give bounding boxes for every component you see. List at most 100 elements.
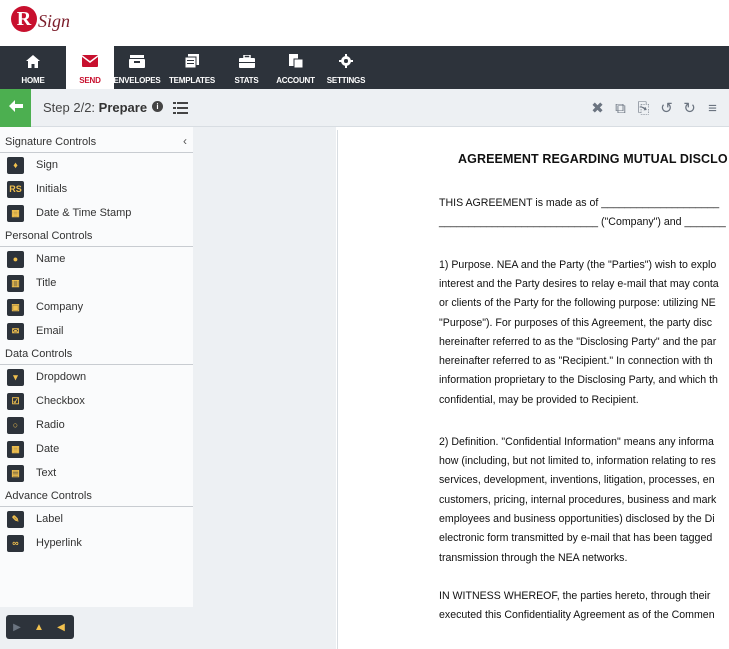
nav-label: STATS xyxy=(234,76,259,85)
home-icon xyxy=(25,53,41,69)
control-company[interactable]: ▣ Company xyxy=(0,296,193,318)
control-initials[interactable]: RS Initials xyxy=(0,178,193,200)
sidebar-footer: ▶ ▲ ◀ xyxy=(0,607,193,649)
templates-icon xyxy=(184,53,200,69)
nav-home[interactable]: HOME xyxy=(0,46,66,89)
control-text[interactable]: ▤ Text xyxy=(0,462,193,484)
document-line: interest and the Party desires to relay … xyxy=(439,278,719,290)
nav-label: TEMPLATES xyxy=(168,76,216,85)
control-label: Date & Time Stamp xyxy=(36,207,132,219)
document-line: ___________________________ ("Company") … xyxy=(439,216,726,228)
document-line: customers, pricing, internal procedures,… xyxy=(439,494,717,506)
step-prefix: Step 2/2: xyxy=(43,100,99,115)
control-checkbox[interactable]: ☑ Checkbox xyxy=(0,390,193,412)
control-label: Name xyxy=(36,253,66,265)
list-icon[interactable] xyxy=(173,101,188,119)
calendar-clock-icon: ▦ xyxy=(7,204,24,222)
nav-templates[interactable]: TEMPLATES xyxy=(160,46,224,89)
document-line: 1) Purpose. NEA and the Party (the "Part… xyxy=(439,259,717,271)
document-line: "Purpose"). For purposes of this Agreeme… xyxy=(439,317,713,329)
control-label: Initials xyxy=(36,183,68,195)
document-line: IN WITNESS WHEREOF, the parties hereto, … xyxy=(439,590,711,602)
nav-account[interactable]: ACCOUNT xyxy=(269,46,322,89)
nav-settings[interactable]: SETTINGS xyxy=(322,46,370,89)
data-controls-heading: Data Controls xyxy=(0,343,193,365)
controls-sidebar: Signature Controls ‹ ♦ Sign RS Initials … xyxy=(0,127,193,607)
control-radio[interactable]: ○ Radio xyxy=(0,414,193,436)
control-sign[interactable]: ♦ Sign xyxy=(0,154,193,176)
control-label: Label xyxy=(36,513,63,525)
control-label: Radio xyxy=(36,419,65,431)
rsign-logo[interactable]: R Sign xyxy=(11,6,70,32)
nav-label: HOME xyxy=(21,76,45,85)
back-button[interactable] xyxy=(0,89,31,127)
arrow-left-icon[interactable]: ◀ xyxy=(50,622,72,633)
document-line: hereinafter referred to as "Recipient." … xyxy=(439,355,713,367)
document-line: information proprietary to the Disclosin… xyxy=(439,374,718,386)
document-title: AGREEMENT REGARDING MUTUAL DISCLO xyxy=(458,152,728,166)
signature-controls-heading: Signature Controls xyxy=(0,131,193,153)
briefcase-icon xyxy=(238,53,255,69)
control-label-field[interactable]: ✎ Label xyxy=(0,508,193,530)
label-pen-icon: ✎ xyxy=(7,510,24,528)
nav-label: ACCOUNT xyxy=(276,76,315,85)
logo-mark: R xyxy=(11,6,37,32)
nav-label: SETTINGS xyxy=(326,76,366,85)
control-label: Date xyxy=(36,443,60,455)
control-label: Email xyxy=(36,325,64,337)
building-icon: ▣ xyxy=(7,298,24,316)
paste-icon[interactable]: ⎘ xyxy=(635,100,652,117)
inbox-icon xyxy=(129,53,145,69)
document-line: confidential, may be provided to Recipie… xyxy=(439,394,639,406)
document-line: or clients of the Party for the followin… xyxy=(439,297,716,309)
control-name[interactable]: ● Name xyxy=(0,248,193,270)
link-icon: ∞ xyxy=(7,534,24,552)
control-title[interactable]: ▥ Title xyxy=(0,272,193,294)
user-icon: ● xyxy=(7,250,24,268)
nav-stats[interactable]: STATS xyxy=(224,46,269,89)
id-card-icon: ▥ xyxy=(7,274,24,292)
menu-icon[interactable]: ≡ xyxy=(704,100,721,117)
gear-icon xyxy=(338,53,354,69)
nav-send[interactable]: SEND xyxy=(66,46,114,89)
info-icon[interactable]: i xyxy=(152,101,163,112)
header: R Sign xyxy=(0,0,729,46)
page-navigator: ▶ ▲ ◀ xyxy=(6,615,74,639)
control-date-time-stamp[interactable]: ▦ Date & Time Stamp xyxy=(0,202,193,224)
step-title: Prepare xyxy=(98,100,148,115)
caret-down-icon: ▾ xyxy=(7,368,24,386)
arrow-up-icon[interactable]: ▲ xyxy=(28,622,50,633)
control-label: Dropdown xyxy=(36,371,87,383)
nav-envelopes[interactable]: ENVELOPES xyxy=(113,46,161,89)
control-label: Text xyxy=(36,467,57,479)
document-line: hereinafter referred to as the "Disclosi… xyxy=(439,336,717,348)
document-page[interactable]: AGREEMENT REGARDING MUTUAL DISCLO THIS A… xyxy=(337,130,729,649)
control-label: Title xyxy=(36,277,57,289)
control-hyperlink[interactable]: ∞ Hyperlink xyxy=(0,532,193,554)
control-date[interactable]: ▦ Date xyxy=(0,438,193,460)
checkbox-icon: ☑ xyxy=(7,392,24,410)
email-icon: ✉ xyxy=(7,322,24,340)
calendar-icon: ▦ xyxy=(7,440,24,458)
control-email[interactable]: ✉ Email xyxy=(0,320,193,342)
control-label: Checkbox xyxy=(36,395,85,407)
main-nav: HOME SEND ENVELOPES TEMPLATES STATS ACCO… xyxy=(0,46,729,89)
nav-label: SEND xyxy=(79,76,101,85)
close-icon[interactable]: ✖ xyxy=(589,100,606,117)
chevron-left-icon[interactable]: ‹ xyxy=(178,134,192,148)
document-line: 2) Definition. "Confidential Information… xyxy=(439,436,714,448)
personal-controls-heading: Personal Controls xyxy=(0,225,193,247)
redo-icon[interactable]: ↻ xyxy=(681,100,698,117)
advance-controls-heading: Advance Controls xyxy=(0,485,193,507)
control-label: Sign xyxy=(36,159,59,171)
text-file-icon: ▤ xyxy=(7,464,24,482)
initials-icon: RS xyxy=(7,180,24,198)
logo-text: Sign xyxy=(38,10,71,31)
play-icon[interactable]: ▶ xyxy=(6,622,28,633)
envelope-icon xyxy=(82,53,98,69)
control-dropdown[interactable]: ▾ Dropdown xyxy=(0,366,193,388)
step-indicator: Step 2/2: Prepare xyxy=(43,100,147,115)
control-label: Hyperlink xyxy=(36,537,82,549)
copy-icon[interactable]: ⧉ xyxy=(612,100,629,117)
undo-icon[interactable]: ↺ xyxy=(658,100,675,117)
